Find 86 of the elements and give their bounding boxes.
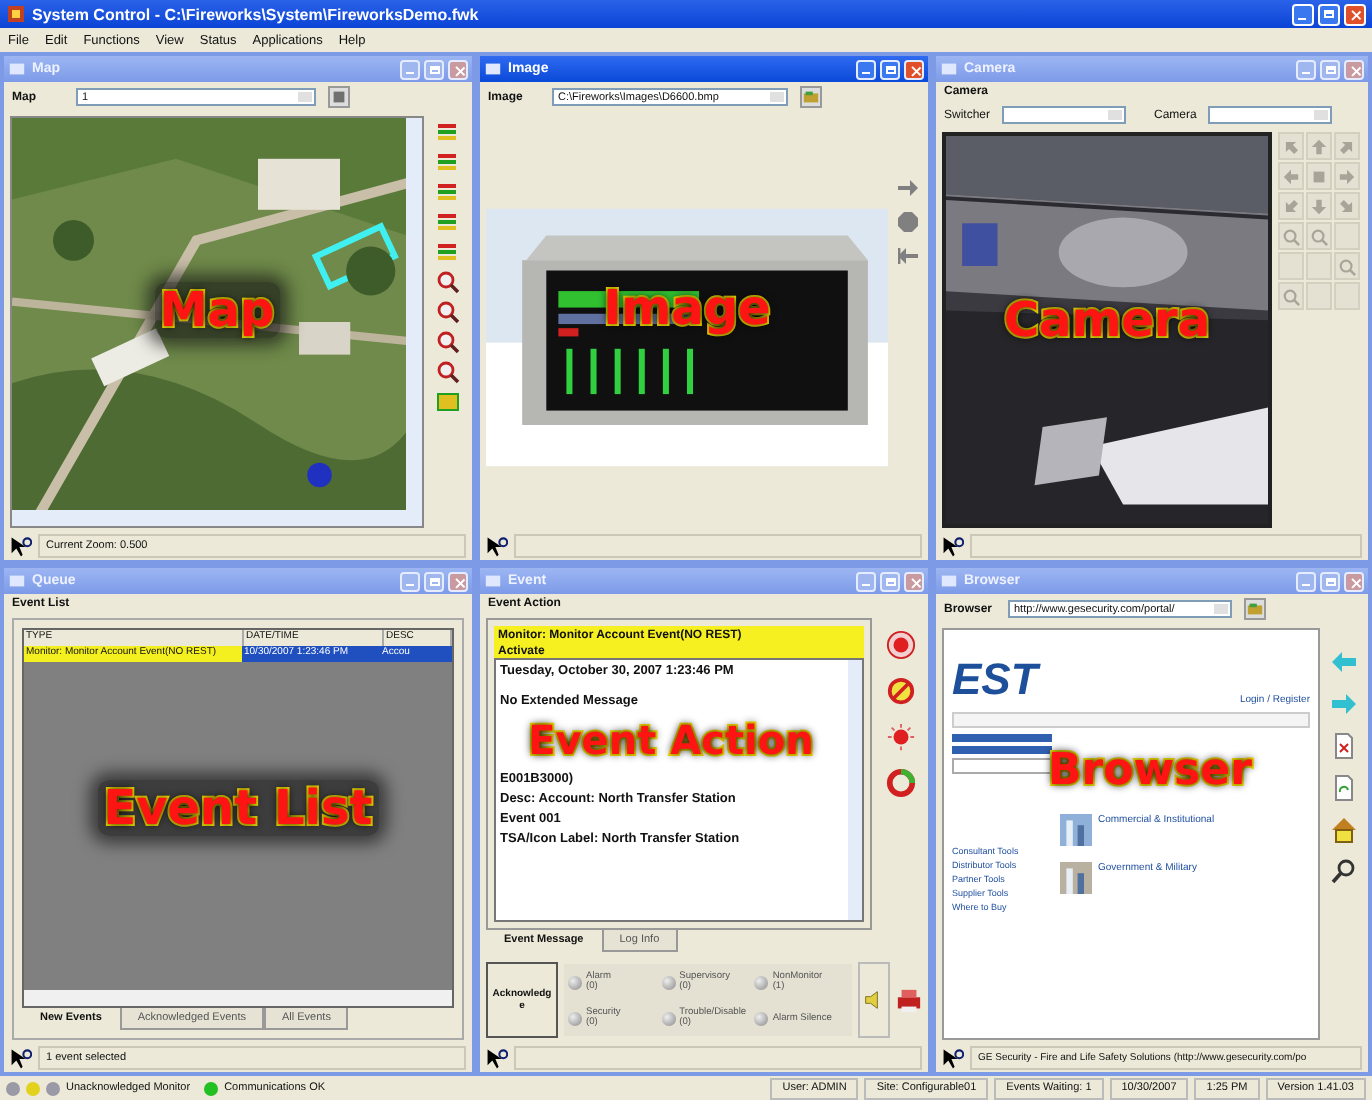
window-icon: [8, 572, 26, 590]
layer-icon[interactable]: [436, 210, 460, 234]
overlay-label: Camera: [1003, 291, 1211, 348]
arrow-button[interactable]: [1278, 132, 1304, 160]
help-pointer-icon[interactable]: [942, 1047, 964, 1069]
speaker-icon: [864, 990, 884, 1010]
overlay-label: Image: [603, 280, 771, 337]
arrow-button[interactable]: [1278, 162, 1304, 190]
magnifier-icon[interactable]: [436, 300, 460, 324]
alarm-light-icon[interactable]: [885, 722, 915, 752]
help-pointer-icon[interactable]: [942, 535, 964, 557]
right-arrow-icon[interactable]: [896, 176, 920, 200]
close-button[interactable]: [448, 59, 468, 79]
close-button[interactable]: [904, 571, 924, 591]
search-icon[interactable]: [1330, 858, 1358, 886]
back-arrow-icon[interactable]: [1330, 648, 1358, 676]
open-icon[interactable]: [800, 86, 822, 108]
magnifier-button[interactable]: [1278, 222, 1304, 250]
layer-icon[interactable]: [436, 240, 460, 264]
document-refresh-icon[interactable]: [1330, 774, 1358, 802]
help-pointer-icon[interactable]: [486, 1047, 508, 1069]
magnifier-button[interactable]: [1278, 282, 1304, 310]
layer-icon[interactable]: [436, 180, 460, 204]
document-x-icon[interactable]: [1330, 732, 1358, 760]
magnifier-icon: [1310, 227, 1328, 245]
magnifier-icon: [1282, 287, 1300, 305]
layer-icon[interactable]: [436, 120, 460, 144]
maximize-button[interactable]: [880, 59, 900, 79]
search-bar: [952, 734, 1052, 742]
open-icon[interactable]: [328, 86, 350, 108]
window-icon: [940, 60, 958, 78]
help-pointer-icon[interactable]: [10, 1047, 32, 1069]
indicator-light: [568, 975, 582, 989]
stop-icon: [1310, 167, 1328, 185]
record-icon[interactable]: [885, 630, 915, 660]
layer-icon[interactable]: [436, 150, 460, 174]
close-button[interactable]: [1344, 571, 1364, 591]
arrow-button[interactable]: [1334, 192, 1360, 220]
arrow-button[interactable]: [1306, 132, 1332, 160]
camera-dropdown[interactable]: [1208, 106, 1333, 124]
switcher-dropdown[interactable]: [1002, 106, 1127, 124]
window-title: System Control - C:\Fireworks\System\FireworksDemo.fwk: [32, 5, 481, 23]
help-pointer-icon[interactable]: [486, 535, 508, 557]
window-icon: [484, 60, 502, 78]
lifebuoy-icon[interactable]: [885, 768, 915, 798]
minimize-button[interactable]: [856, 59, 876, 79]
scrollbar[interactable]: [406, 118, 422, 510]
close-button[interactable]: [904, 59, 924, 79]
magnifier-button[interactable]: [1306, 222, 1332, 250]
left-arrow-icon[interactable]: [896, 244, 920, 268]
logo: EST: [952, 654, 1038, 706]
scrollbar[interactable]: [24, 990, 452, 1006]
forward-arrow-icon[interactable]: [1330, 690, 1358, 718]
app-icon: [6, 4, 26, 24]
prohibited-icon[interactable]: [885, 676, 915, 706]
overlay-label: Event List: [97, 780, 379, 837]
printer-icon[interactable]: [896, 987, 922, 1013]
scrollbar[interactable]: [12, 510, 422, 526]
magnifier-icon[interactable]: [436, 360, 460, 384]
window-icon: [940, 572, 958, 590]
indicator-light: [661, 1011, 676, 1025]
home-icon[interactable]: [1330, 816, 1358, 844]
window-icon: [484, 572, 502, 590]
magnifier-icon[interactable]: [436, 270, 460, 294]
magnifier-icon: [1282, 227, 1300, 245]
arrow-button[interactable]: [1278, 192, 1304, 220]
close-button[interactable]: [1344, 59, 1364, 79]
arrow-button[interactable]: [1306, 192, 1332, 220]
go-icon[interactable]: [1244, 598, 1266, 620]
octagon-icon[interactable]: [896, 210, 920, 234]
indicator-light: [568, 1011, 582, 1025]
indicator-light: [754, 1011, 769, 1025]
indicator-light: [661, 975, 676, 989]
overlay-label: Browser: [1048, 746, 1252, 798]
close-button[interactable]: [448, 571, 468, 591]
overlay-label: Event Action: [528, 714, 814, 766]
help-pointer-icon[interactable]: [10, 535, 32, 557]
indicator-light: [754, 975, 769, 989]
magnifier-icon: [1338, 257, 1356, 275]
arrow-button[interactable]: [1334, 132, 1360, 160]
magnifier-icon[interactable]: [436, 330, 460, 354]
scrollbar[interactable]: [848, 660, 862, 920]
magnifier-button[interactable]: [1334, 252, 1360, 280]
stop-button[interactable]: [1306, 162, 1332, 190]
window-icon: [8, 60, 26, 78]
arrow-button[interactable]: [1334, 162, 1360, 190]
